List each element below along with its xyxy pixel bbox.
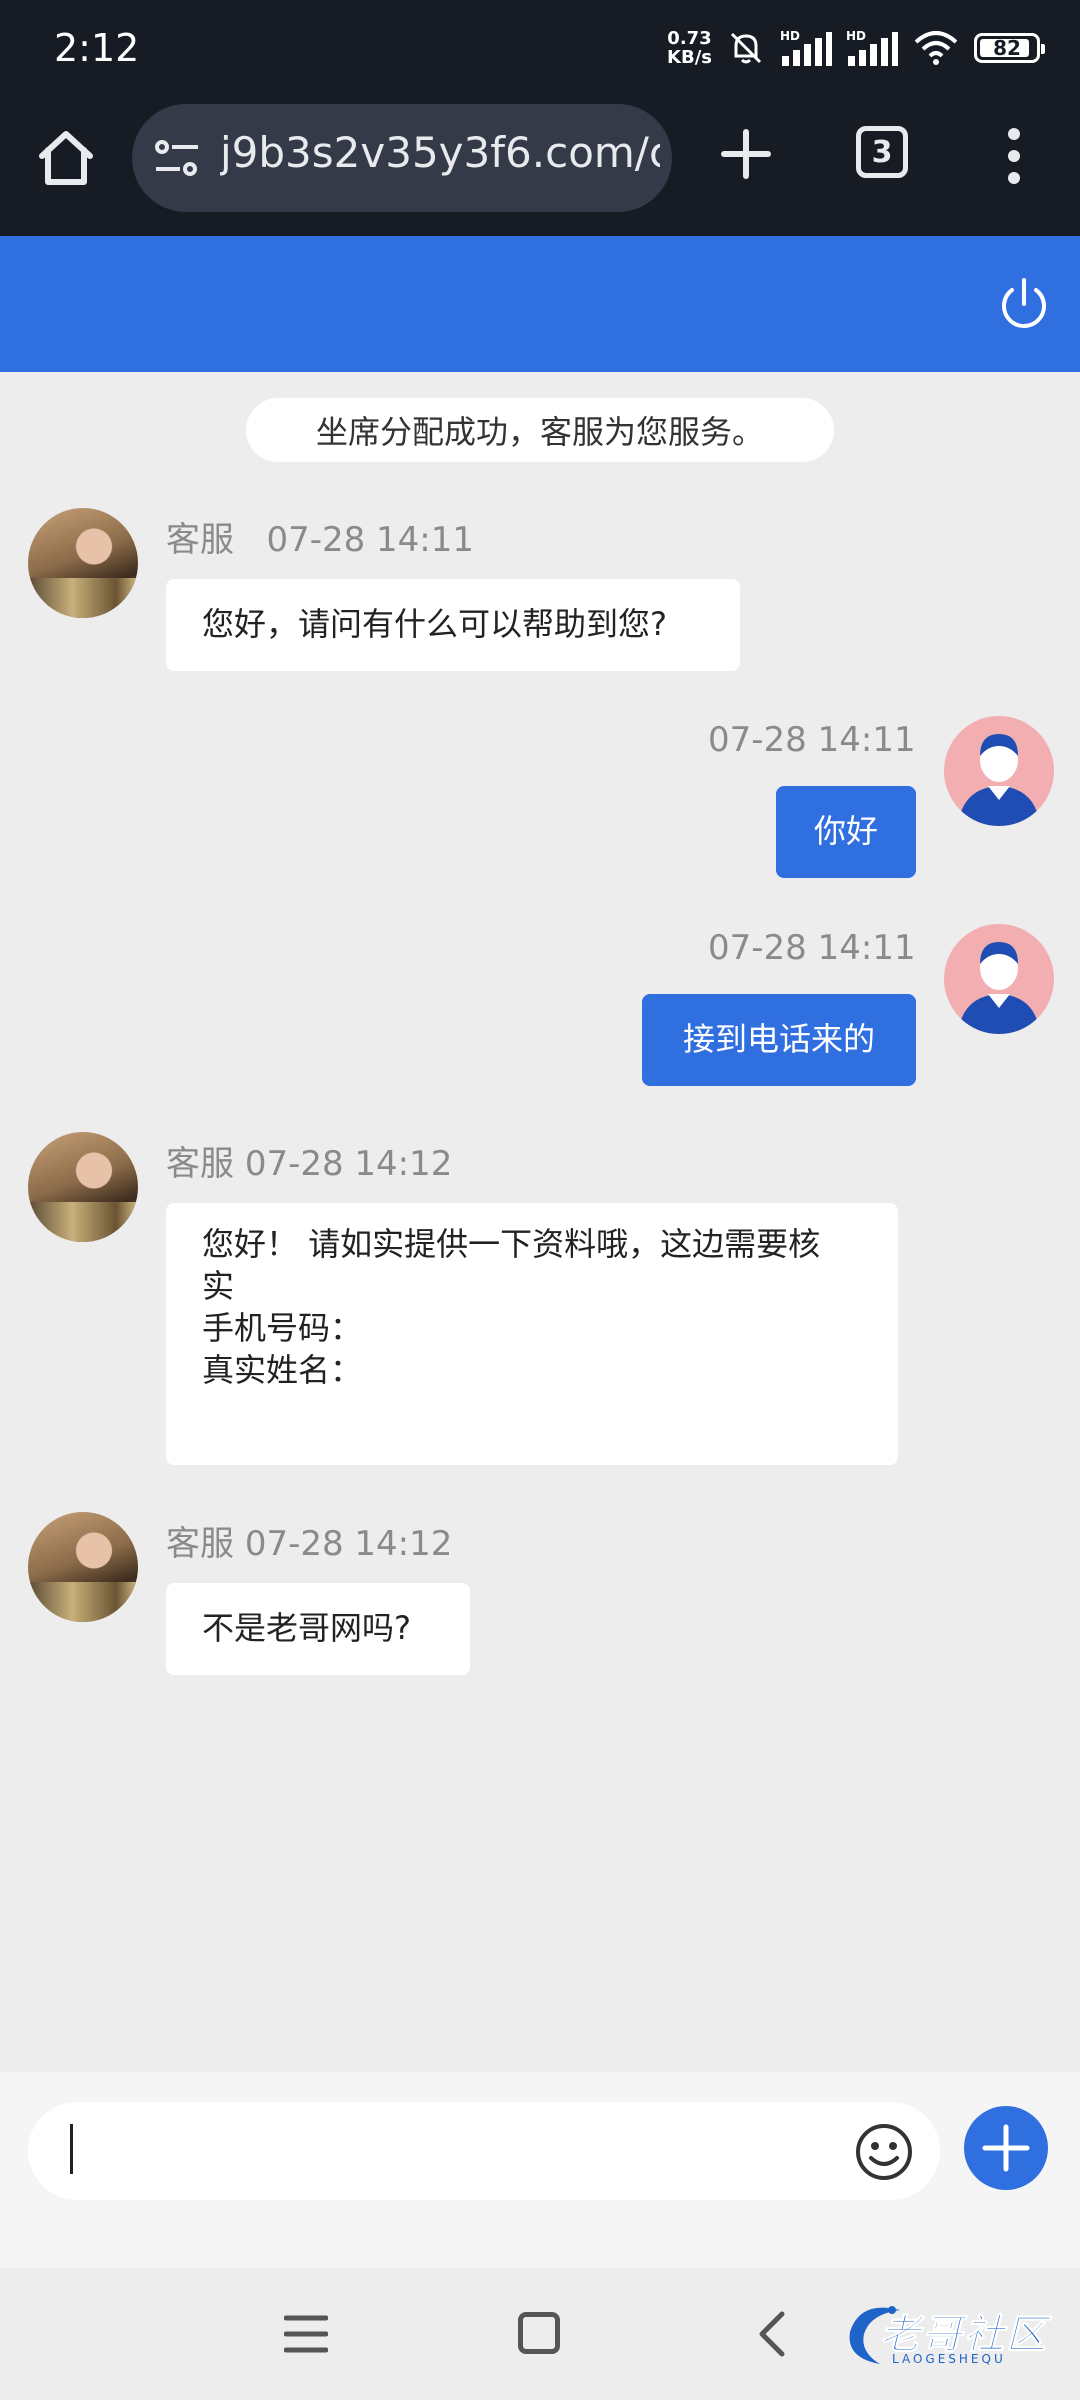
url-text[interactable]: j9b3s2v35y3f6.com/chat bbox=[220, 128, 660, 177]
chat-input-bar bbox=[0, 2072, 1080, 2268]
status-bar: 2:12 0.73 KB/s HD HD 82 bbox=[0, 0, 1080, 100]
wifi-icon bbox=[914, 31, 958, 65]
user-avatar bbox=[944, 716, 1054, 826]
user-silhouette-icon bbox=[958, 942, 1040, 1034]
message-bubble: 您好！ 请如实提供一下资料哦，这边需要核 实 手机号码： 真实姓名： bbox=[166, 1203, 898, 1465]
status-time: 2:12 bbox=[54, 26, 140, 70]
chat-header bbox=[0, 236, 1080, 372]
watermark-logo: 老哥社区 LAOGESHEQU bbox=[840, 2296, 1066, 2372]
recents-menu-icon[interactable] bbox=[284, 2314, 328, 2354]
message-meta: 客服 07-28 14:12 bbox=[166, 1516, 452, 1565]
message-text: 接到电话来的 bbox=[682, 1020, 875, 1058]
message-bubble: 不是老哥网吗? bbox=[166, 1583, 470, 1675]
message-meta: 客服 07-28 14:11 bbox=[166, 512, 474, 561]
message-bubble: 你好 bbox=[776, 786, 916, 878]
home-square-icon[interactable] bbox=[518, 2312, 560, 2354]
new-tab-icon[interactable] bbox=[716, 124, 776, 184]
message-text: 您好，请问有什么可以帮助到您? bbox=[202, 605, 667, 643]
user-silhouette-icon bbox=[958, 734, 1040, 826]
mute-bell-icon bbox=[730, 32, 762, 64]
user-avatar bbox=[944, 924, 1054, 1034]
message-input[interactable] bbox=[28, 2102, 940, 2200]
more-menu-icon[interactable] bbox=[1000, 124, 1028, 188]
tabs-icon[interactable]: 3 bbox=[856, 126, 908, 178]
sender-name: 客服 bbox=[166, 1144, 234, 1184]
watermark-subtext: LAOGESHEQU bbox=[892, 2352, 1006, 2366]
tab-count: 3 bbox=[871, 134, 893, 170]
message-bubble: 接到电话来的 bbox=[642, 994, 916, 1086]
power-icon[interactable] bbox=[996, 276, 1052, 332]
status-icons: 0.73 KB/s HD HD 82 bbox=[667, 28, 1045, 68]
agent-avatar bbox=[28, 1132, 138, 1242]
site-settings-icon[interactable] bbox=[154, 138, 200, 178]
sender-name: 客服 bbox=[166, 520, 234, 560]
message-line: 真实姓名： bbox=[202, 1351, 363, 1389]
system-notice: 坐席分配成功，客服为您服务。 bbox=[246, 398, 834, 462]
message-text: 不是老哥网吗? bbox=[202, 1609, 411, 1647]
signal-hd-icon: HD bbox=[846, 29, 898, 66]
agent-avatar bbox=[28, 508, 138, 618]
message-line: 实 bbox=[202, 1267, 235, 1305]
back-chevron-icon[interactable] bbox=[756, 2310, 786, 2358]
message-meta: 客服 07-28 14:12 bbox=[166, 1136, 452, 1185]
home-icon[interactable] bbox=[34, 126, 98, 190]
message-time: 07-28 14:12 bbox=[244, 1524, 453, 1564]
svg-text:HD: HD bbox=[846, 29, 866, 43]
svg-text:HD: HD bbox=[780, 29, 800, 43]
plus-button[interactable] bbox=[964, 2106, 1048, 2190]
message-time: 07-28 14:11 bbox=[708, 928, 916, 968]
system-nav-bar: 老哥社区 LAOGESHEQU bbox=[0, 2268, 1080, 2400]
message-time: 07-28 14:11 bbox=[708, 720, 916, 760]
emoji-icon[interactable] bbox=[854, 2122, 914, 2182]
battery-icon: 82 bbox=[974, 33, 1045, 63]
battery-level: 82 bbox=[993, 36, 1021, 60]
message-text: 你好 bbox=[813, 812, 878, 850]
message-line: 您好！ 请如实提供一下资料哦，这边需要核 bbox=[202, 1225, 821, 1263]
message-time: 07-28 14:12 bbox=[244, 1144, 453, 1184]
sender-name: 客服 bbox=[166, 1524, 234, 1564]
address-bar[interactable]: j9b3s2v35y3f6.com/chat bbox=[132, 104, 672, 212]
agent-avatar bbox=[28, 1512, 138, 1622]
signal-hd-icon: HD bbox=[780, 29, 832, 66]
message-time: 07-28 14:11 bbox=[266, 520, 475, 560]
message-line: 手机号码： bbox=[202, 1309, 363, 1347]
text-caret bbox=[70, 2124, 73, 2174]
browser-toolbar: j9b3s2v35y3f6.com/chat 3 bbox=[0, 100, 1080, 236]
network-speed: 0.73 KB/s bbox=[667, 28, 712, 68]
message-bubble: 您好，请问有什么可以帮助到您? bbox=[166, 579, 740, 671]
plus-icon bbox=[982, 2124, 1030, 2172]
